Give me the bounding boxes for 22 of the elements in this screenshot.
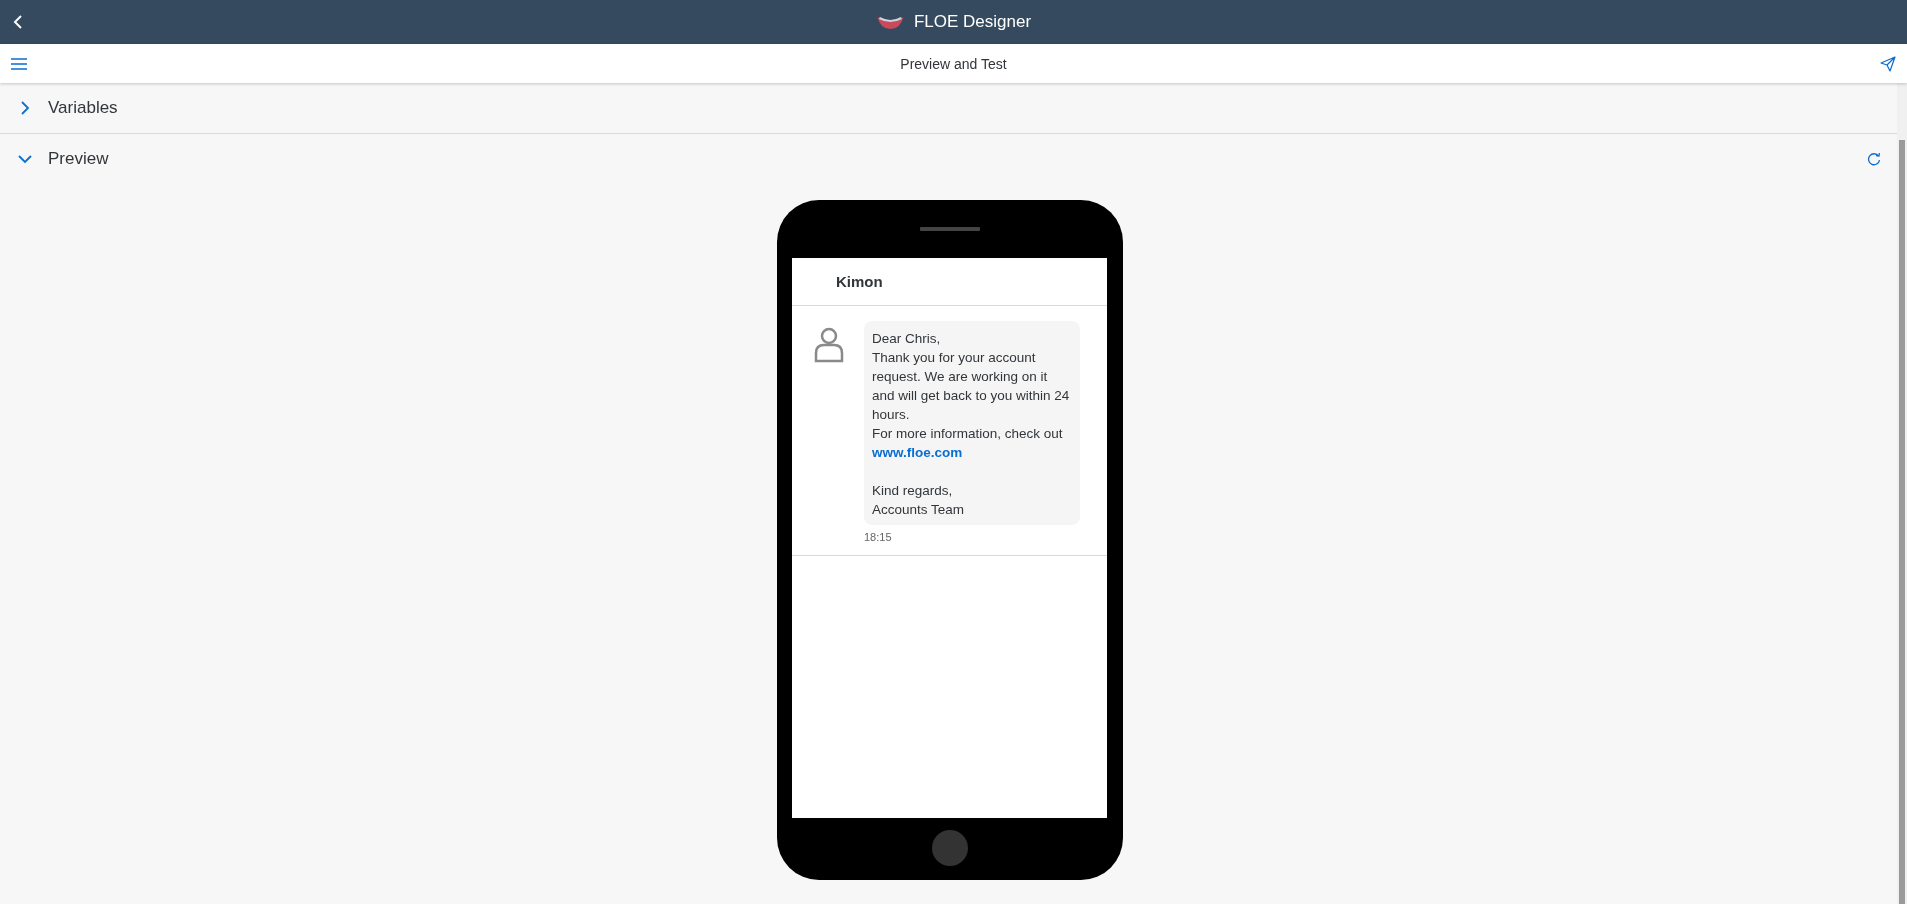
website-link[interactable]: www.floe.com (872, 443, 963, 462)
avatar-icon (814, 327, 844, 363)
message-text: For more information, check out (872, 425, 1063, 443)
message-text: Thank you for your account request. We are working on it and will get back to you within 24 hours. (872, 349, 1071, 424)
chevron-left-icon (12, 14, 24, 30)
message-time: 18:15 (864, 531, 893, 543)
scrollbar[interactable] (1897, 83, 1907, 904)
refresh-icon[interactable] (1865, 150, 1883, 168)
page-title: Preview and Test (900, 55, 1007, 72)
app-title: FLOE Designer (913, 12, 1032, 32)
send-icon[interactable] (1879, 54, 1897, 73)
section-toggle[interactable]: Variables (18, 93, 118, 123)
logo-icon (875, 14, 904, 30)
speaker-grille (919, 227, 980, 231)
message-closing: Kind regards, (872, 482, 953, 500)
scrollbar-thumb[interactable] (1899, 140, 1905, 904)
chevron-right-icon (18, 101, 32, 115)
message-greeting: Dear Chris, (872, 330, 941, 348)
message-signature: Accounts Team (872, 501, 965, 519)
contact-name: Kimon (836, 273, 883, 290)
chevron-down-icon (18, 154, 32, 164)
section-toggle[interactable]: Preview (18, 144, 109, 174)
